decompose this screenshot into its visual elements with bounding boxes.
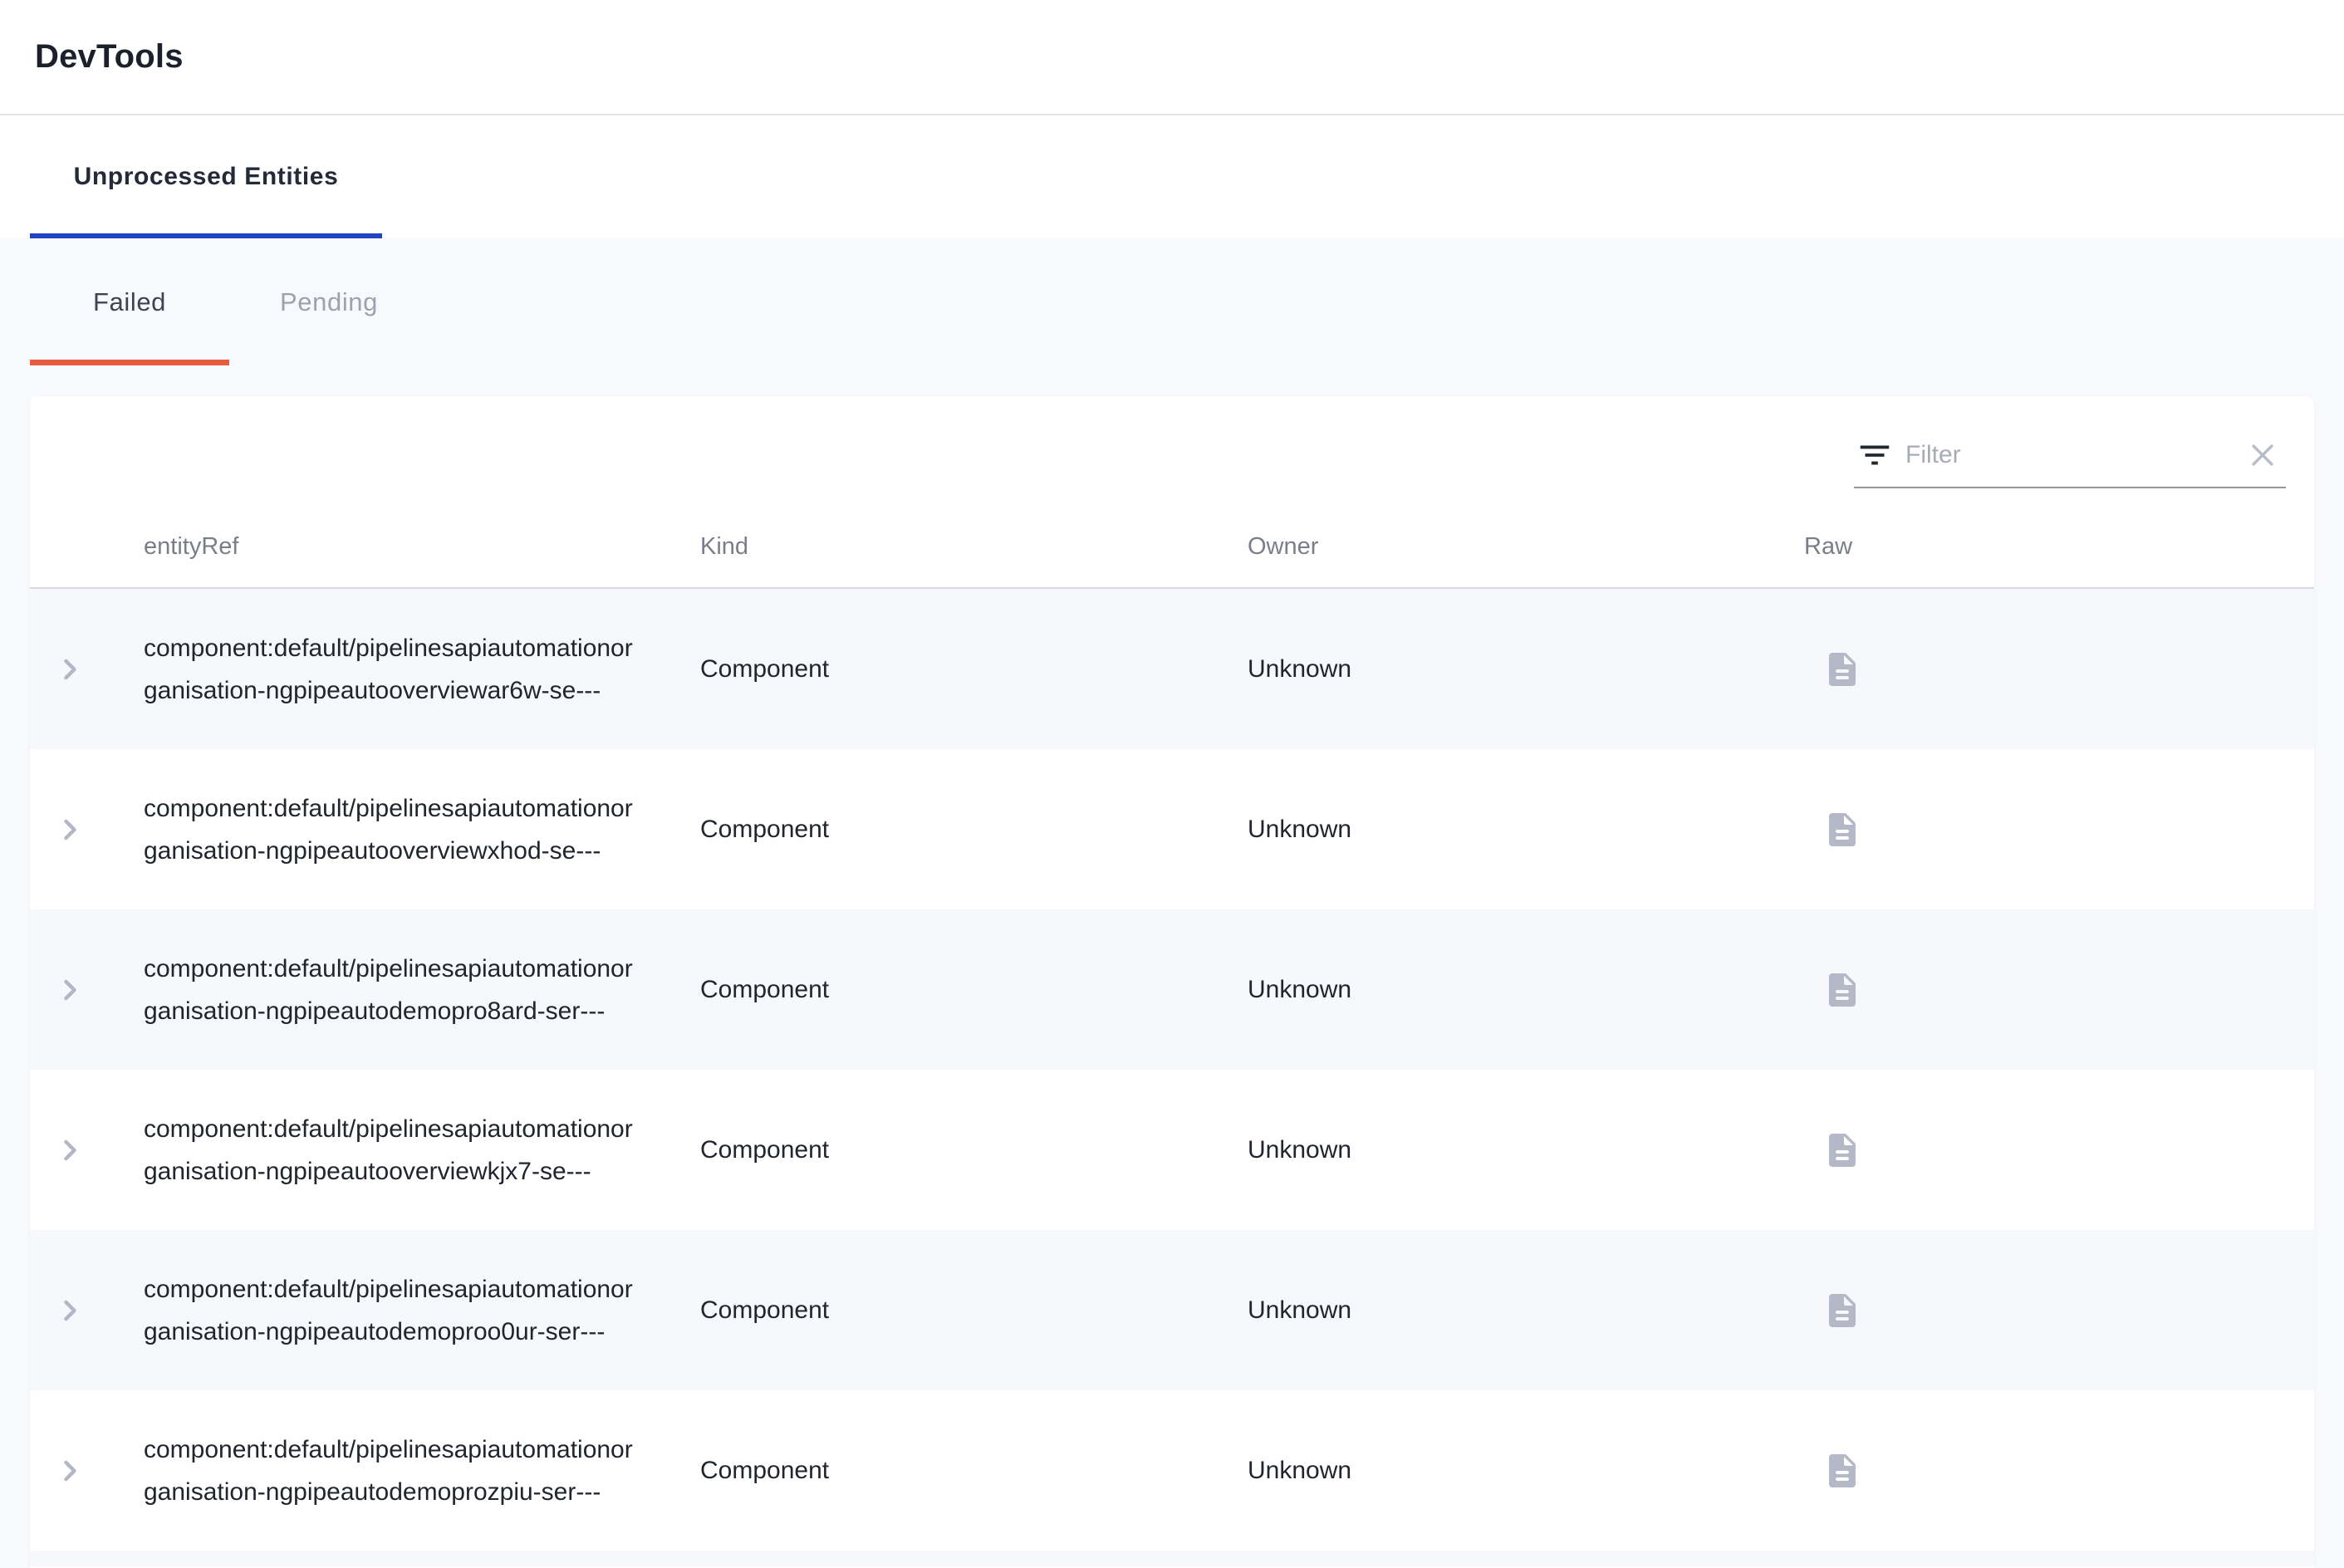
raw-cell xyxy=(1804,1451,2314,1491)
column-header-kind: Kind xyxy=(700,533,1248,561)
entityref-cell: component:default/pipelinesapiautomation… xyxy=(144,627,700,712)
expand-cell xyxy=(30,1292,144,1329)
chevron-right-icon xyxy=(51,651,88,688)
chevron-right-icon xyxy=(51,811,88,848)
view-raw-button[interactable] xyxy=(1822,810,1862,850)
expand-cell xyxy=(30,1453,144,1489)
kind-cell: Component xyxy=(700,816,1248,844)
filter-bar xyxy=(30,396,2314,507)
chevron-right-icon xyxy=(51,1292,88,1329)
expand-cell xyxy=(30,972,144,1008)
tab-pending-label: Pending xyxy=(280,287,378,317)
expand-row-button[interactable] xyxy=(51,651,88,688)
view-raw-button[interactable] xyxy=(1822,1291,1862,1330)
filter-input[interactable] xyxy=(1905,441,2239,469)
owner-cell: Unknown xyxy=(1248,655,1804,684)
entityref-cell: component:default/pipelinesapiautomation… xyxy=(144,1108,700,1193)
chevron-right-icon xyxy=(51,1453,88,1489)
app-header: DevTools xyxy=(0,0,2344,115)
kind-cell: Component xyxy=(700,655,1248,684)
owner-cell: Unknown xyxy=(1248,976,1804,1004)
page-title: DevTools xyxy=(35,38,184,76)
tab-pending[interactable]: Pending xyxy=(229,238,429,365)
column-header-owner: Owner xyxy=(1248,533,1804,561)
table-row: component:default/pipelinesapiautomation… xyxy=(30,589,2314,749)
chevron-right-icon xyxy=(51,972,88,1008)
kind-cell: Component xyxy=(700,1457,1248,1485)
expand-cell xyxy=(30,651,144,688)
view-raw-button[interactable] xyxy=(1822,1130,1862,1170)
table-row: component:default/pipelinesapiautomation… xyxy=(30,1390,2314,1551)
entityref-cell: component:default/pipelinesapiautomation… xyxy=(144,1268,700,1353)
kind-cell: Component xyxy=(700,1296,1248,1325)
owner-cell: Unknown xyxy=(1248,1136,1804,1164)
close-icon xyxy=(2244,437,2281,473)
filter-list-icon xyxy=(1856,436,1894,474)
expand-cell xyxy=(30,811,144,848)
raw-cell xyxy=(1804,1130,2314,1170)
column-header-raw: Raw xyxy=(1804,533,2314,561)
document-icon xyxy=(1822,1451,1862,1491)
tab-unprocessed-entities[interactable]: Unprocessed Entities xyxy=(30,115,382,238)
tab-failed-label: Failed xyxy=(93,287,166,317)
document-icon xyxy=(1822,1291,1862,1330)
clear-filter-button[interactable] xyxy=(2239,437,2286,473)
chevron-right-icon xyxy=(51,1132,88,1169)
table-row: component:default/pipelinesapiautomation… xyxy=(30,1230,2314,1390)
expand-row-button[interactable] xyxy=(51,1132,88,1169)
failed-tab-indicator xyxy=(30,360,229,365)
entityref-cell: component:default/pipelinesapiautomation… xyxy=(144,787,700,872)
document-icon xyxy=(1822,1130,1862,1170)
view-raw-button[interactable] xyxy=(1822,970,1862,1010)
expand-row-button[interactable] xyxy=(51,1292,88,1329)
owner-cell: Unknown xyxy=(1248,1457,1804,1485)
document-icon xyxy=(1822,649,1862,689)
raw-cell xyxy=(1804,1291,2314,1330)
document-icon xyxy=(1822,810,1862,850)
table-row-partial xyxy=(30,1551,2314,1566)
kind-cell: Component xyxy=(700,1136,1248,1164)
table-row: component:default/pipelinesapiautomation… xyxy=(30,749,2314,909)
expand-row-button[interactable] xyxy=(51,1453,88,1489)
expand-cell xyxy=(30,1132,144,1169)
expand-row-button[interactable] xyxy=(51,972,88,1008)
kind-cell: Component xyxy=(700,976,1248,1004)
primary-tab-bar: Unprocessed Entities xyxy=(0,115,2344,238)
entityref-cell: component:default/pipelinesapiautomation… xyxy=(144,1428,700,1513)
document-icon xyxy=(1822,970,1862,1010)
raw-cell xyxy=(1804,649,2314,689)
owner-cell: Unknown xyxy=(1248,816,1804,844)
table-row: component:default/pipelinesapiautomation… xyxy=(30,1070,2314,1230)
column-header-entityref: entityRef xyxy=(144,533,700,561)
entityref-cell: component:default/pipelinesapiautomation… xyxy=(144,948,700,1032)
raw-cell xyxy=(1804,810,2314,850)
filter-field[interactable] xyxy=(1854,424,2286,488)
view-raw-button[interactable] xyxy=(1822,649,1862,689)
table-row: component:default/pipelinesapiautomation… xyxy=(30,909,2314,1070)
raw-cell xyxy=(1804,970,2314,1010)
entities-card: entityRef Kind Owner Raw component:defau… xyxy=(30,396,2314,1568)
owner-cell: Unknown xyxy=(1248,1296,1804,1325)
table-header-row: entityRef Kind Owner Raw xyxy=(30,507,2314,589)
expand-row-button[interactable] xyxy=(51,811,88,848)
status-tab-bar: Failed Pending xyxy=(0,238,2344,365)
tab-failed[interactable]: Failed xyxy=(30,238,229,365)
tab-unprocessed-entities-label: Unprocessed Entities xyxy=(74,163,339,191)
content-section: Failed Pending xyxy=(0,238,2344,1568)
view-raw-button[interactable] xyxy=(1822,1451,1862,1491)
